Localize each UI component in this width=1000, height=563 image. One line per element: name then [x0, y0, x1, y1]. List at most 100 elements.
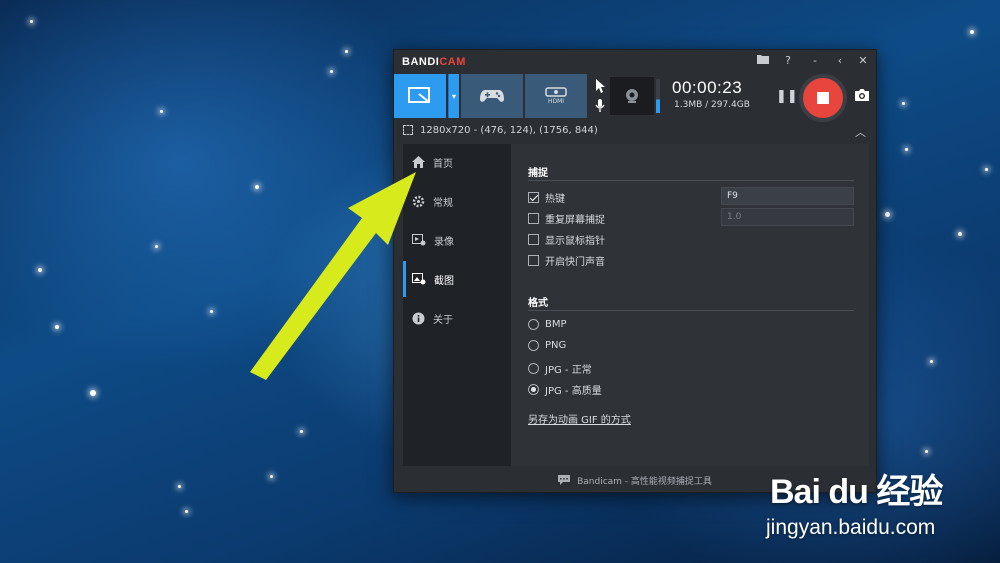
checkbox-label: 开启快门声音 — [545, 257, 605, 268]
star — [885, 212, 890, 217]
star — [270, 475, 273, 478]
radio-label: JPG - 高质量 — [545, 386, 602, 397]
camera-icon — [855, 89, 869, 101]
hotkey-checkbox[interactable]: 热键 — [528, 190, 565, 205]
checkbox-box[interactable] — [528, 213, 539, 224]
chat-icon — [558, 475, 571, 485]
gamepad-icon — [480, 90, 504, 102]
mouse-pointer-icon[interactable] — [593, 78, 607, 94]
sidebar-item-screenshot[interactable]: 截图 — [403, 261, 511, 297]
hdmi-label: HDMI — [547, 98, 565, 105]
mode-dropdown-button[interactable]: ▾ — [448, 74, 460, 118]
radio-circle[interactable] — [528, 363, 539, 374]
stop-icon — [817, 92, 829, 104]
star — [970, 30, 974, 34]
baidu-watermark: Bai du 经验 jingyan.baidu.com — [760, 460, 990, 550]
hotkey-field[interactable]: F9 — [721, 187, 854, 205]
screen-mode-button[interactable] — [394, 74, 447, 118]
star — [178, 485, 181, 488]
help-button[interactable]: ? — [779, 53, 797, 69]
sidebar-item-home[interactable]: 首页 — [403, 144, 511, 180]
webcam-preview[interactable] — [610, 77, 654, 115]
region-info: 1280x720 - (476, 124), (1756, 844) — [420, 125, 598, 136]
image-icon — [412, 273, 426, 285]
radio-label: JPG - 正常 — [545, 365, 592, 376]
app-logo: BANDICAM — [402, 56, 466, 68]
close-button[interactable]: ✕ — [854, 53, 872, 69]
webcam-icon — [626, 89, 638, 103]
region-bar: 1280x720 - (476, 124), (1756, 844) ︿ — [394, 122, 876, 140]
sidebar-item-label: 首页 — [433, 158, 453, 170]
file-size-readout: 1.3MB / 297.4GB — [674, 100, 750, 110]
game-mode-button[interactable] — [461, 74, 524, 118]
sidebar-item-general[interactable]: 常规 — [403, 183, 511, 219]
footer-text: Bandicam - 高性能视频捕捉工具 — [577, 476, 712, 487]
star — [38, 268, 42, 272]
checkbox-label: 显示鼠标指针 — [545, 236, 605, 247]
pause-button[interactable]: ❚❚ — [776, 89, 798, 104]
format-section-title: 格式 — [528, 298, 548, 309]
checkbox-box[interactable] — [528, 234, 539, 245]
device-mode-button[interactable]: HDMI — [525, 74, 588, 118]
radio-label: PNG — [545, 340, 567, 351]
screenshot-button[interactable] — [854, 88, 870, 105]
star — [330, 70, 333, 73]
star — [160, 110, 163, 113]
region-select-icon[interactable] — [403, 125, 413, 135]
format-jpg-high-radio[interactable]: JPG - 高质量 — [528, 382, 602, 397]
title-bar: BANDICAM ? - ‹ ✕ — [394, 50, 876, 72]
repeat-capture-checkbox[interactable]: 重复屏幕捕捉 — [528, 211, 605, 226]
radio-circle[interactable] — [528, 319, 539, 330]
recording-timer: 00:00:23 — [672, 78, 743, 97]
checkbox-box[interactable] — [528, 192, 539, 203]
star — [985, 168, 988, 171]
mode-toolbar: ▾ HDMI 00:00:23 1.3MB / 297.4GB ❚❚ — [394, 74, 876, 122]
minimize-button[interactable]: - — [806, 53, 824, 69]
shutter-sound-checkbox[interactable]: 开启快门声音 — [528, 253, 605, 268]
star — [958, 232, 962, 236]
star — [210, 310, 213, 313]
star — [930, 360, 933, 363]
arrow-shape — [250, 172, 416, 380]
audio-level-meter — [656, 79, 660, 113]
settings-panel: 捕捉 热键 F9 重复屏幕捕捉 1.0 显示鼠标指针 开启快门声音 格式 BMP — [511, 144, 869, 466]
star — [300, 430, 303, 433]
chevron-up-icon[interactable]: ︿ — [855, 124, 866, 140]
sidebar-item-video[interactable]: 录像 — [403, 222, 511, 258]
star — [925, 450, 928, 453]
star — [30, 20, 33, 23]
folder-icon[interactable] — [754, 53, 772, 69]
star — [255, 185, 259, 189]
repeat-interval-field[interactable]: 1.0 — [721, 208, 854, 226]
home-icon — [412, 156, 425, 168]
info-icon — [412, 312, 425, 324]
sidebar: 首页 常规 录像 截图 关于 — [403, 144, 511, 466]
star — [345, 50, 348, 53]
screen-rectangle-icon — [408, 87, 430, 103]
radio-circle[interactable] — [528, 384, 539, 395]
sidebar-item-label: 截图 — [434, 275, 454, 287]
format-jpg-normal-radio[interactable]: JPG - 正常 — [528, 361, 592, 376]
gear-icon — [412, 195, 425, 207]
audio-controls — [591, 76, 609, 116]
hdmi-device-icon — [545, 87, 567, 97]
star — [155, 245, 158, 248]
sidebar-item-about[interactable]: 关于 — [403, 300, 511, 336]
microphone-icon[interactable] — [594, 98, 606, 114]
star — [185, 510, 188, 513]
radio-circle[interactable] — [528, 340, 539, 351]
format-bmp-radio[interactable]: BMP — [528, 319, 567, 330]
capture-section-title: 捕捉 — [528, 168, 548, 179]
format-png-radio[interactable]: PNG — [528, 340, 566, 351]
divider — [528, 180, 854, 181]
show-cursor-checkbox[interactable]: 显示鼠标指针 — [528, 232, 605, 247]
star — [905, 148, 908, 151]
checkbox-box[interactable] — [528, 255, 539, 266]
gif-link[interactable]: 另存为动画 GIF 的方式 — [528, 411, 631, 426]
record-stop-button[interactable] — [799, 74, 847, 122]
sidebar-item-label: 关于 — [433, 314, 453, 326]
chevron-down-icon: ▾ — [451, 91, 456, 101]
watermark-url: jingyan.baidu.com — [766, 516, 936, 539]
more-icon[interactable]: ‹ — [831, 53, 849, 69]
watermark-logo: Bai du 经验 — [770, 473, 943, 511]
